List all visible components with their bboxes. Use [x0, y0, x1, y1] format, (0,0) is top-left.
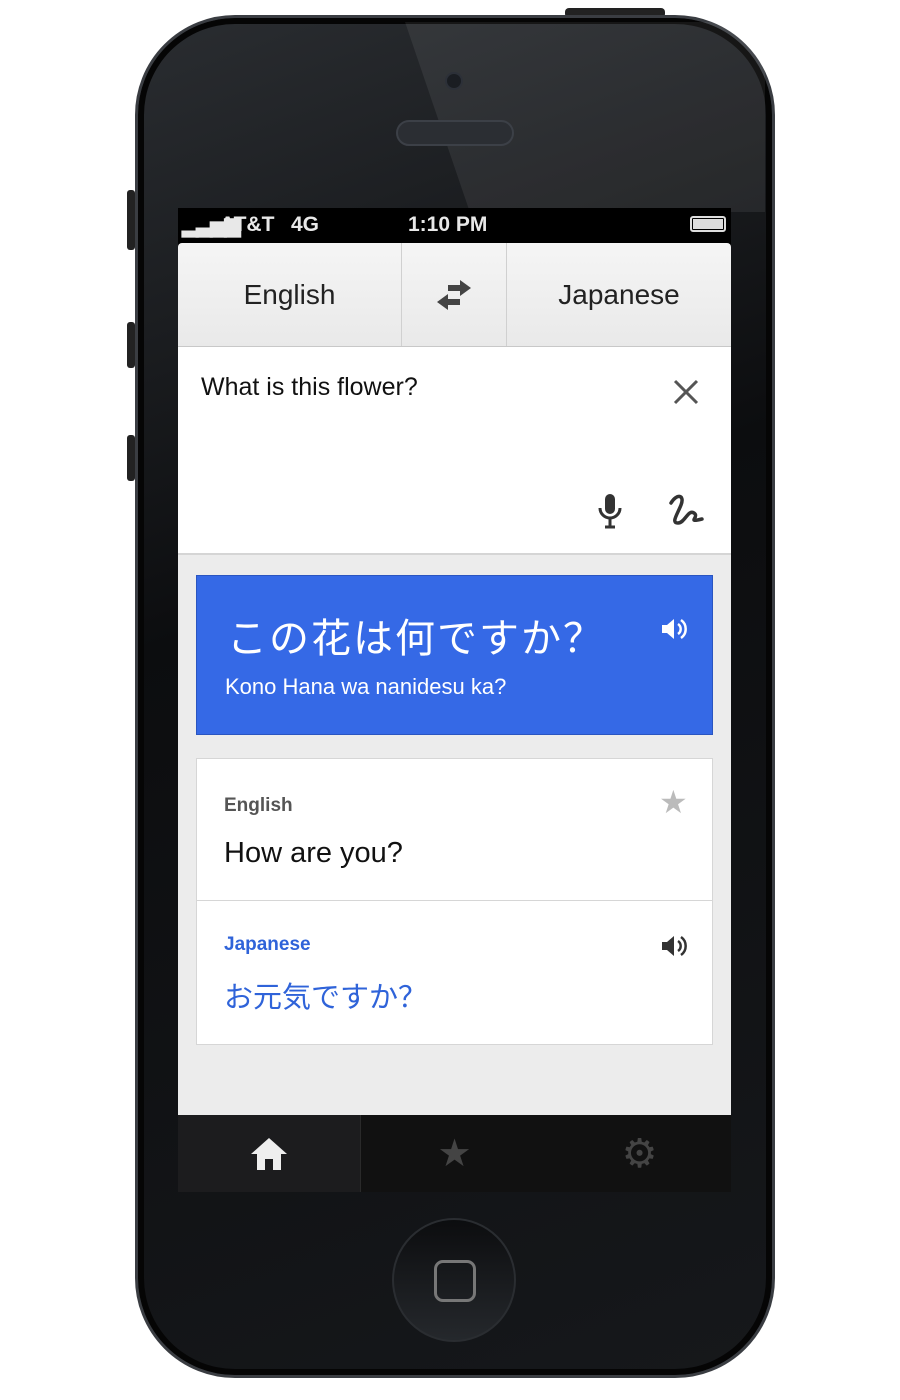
swap-arrows-icon — [437, 279, 471, 310]
handwriting-icon[interactable] — [668, 493, 704, 527]
volume-up-button[interactable] — [127, 322, 135, 368]
carrier: AT&T — [220, 213, 275, 236]
romanization-text: Kono Hana wa nanidesu ka? — [225, 674, 507, 699]
earpiece-speaker — [396, 120, 514, 146]
clock: 1:10 PM — [408, 213, 488, 236]
tab-settings[interactable]: ⚙ — [548, 1115, 731, 1192]
gear-icon: ⚙ — [621, 1131, 658, 1176]
network: 4G — [291, 213, 320, 236]
mute-switch[interactable] — [127, 190, 135, 250]
history-source-card[interactable]: English How are you? ★ — [196, 758, 713, 901]
target-language-label: Japanese — [558, 278, 680, 310]
history-target-text: お元気ですか？ — [224, 982, 428, 1014]
home-button[interactable] — [392, 1218, 516, 1342]
language-bar: English Japanese — [178, 243, 731, 347]
target-language-button[interactable]: Japanese — [507, 243, 731, 346]
history-target-lang: Japanese — [224, 934, 311, 955]
source-language-label: English — [243, 278, 336, 310]
swap-languages-button[interactable] — [402, 243, 507, 346]
tab-bar: ★ ⚙ — [178, 1115, 731, 1192]
speaker-icon[interactable] — [660, 933, 688, 959]
star-icon[interactable]: ★ — [659, 783, 688, 821]
source-language-button[interactable]: English — [178, 243, 402, 346]
input-text[interactable]: What is this flower? — [201, 373, 418, 402]
input-area[interactable]: What is this flower? — [178, 347, 731, 555]
history-source-text: How are you? — [224, 837, 403, 869]
front-camera — [445, 72, 463, 90]
speaker-icon[interactable] — [660, 616, 688, 642]
star-icon: ★ — [437, 1133, 472, 1175]
microphone-icon[interactable] — [596, 493, 624, 529]
home-icon — [251, 1137, 287, 1170]
status-bar: ▂▃▅▆ AT&T 4G 1:10 PM — [178, 208, 731, 243]
translation-result[interactable]: この花は何ですか？ Kono Hana wa nanidesu ka? — [196, 575, 713, 735]
tab-starred[interactable]: ★ — [361, 1115, 548, 1192]
volume-down-button[interactable] — [127, 435, 135, 481]
battery-icon — [690, 216, 726, 232]
history-target-card[interactable]: Japanese お元気ですか？ — [196, 900, 713, 1045]
close-icon[interactable] — [673, 379, 699, 405]
history-source-lang: English — [224, 795, 293, 816]
screen: ▂▃▅▆ AT&T 4G 1:10 PM English Japanese Wh… — [178, 208, 731, 1192]
translation-text: この花は何ですか？ — [227, 617, 605, 661]
content-area: この花は何ですか？ Kono Hana wa nanidesu ka? Engl… — [178, 555, 731, 1115]
tab-home[interactable] — [178, 1115, 361, 1192]
